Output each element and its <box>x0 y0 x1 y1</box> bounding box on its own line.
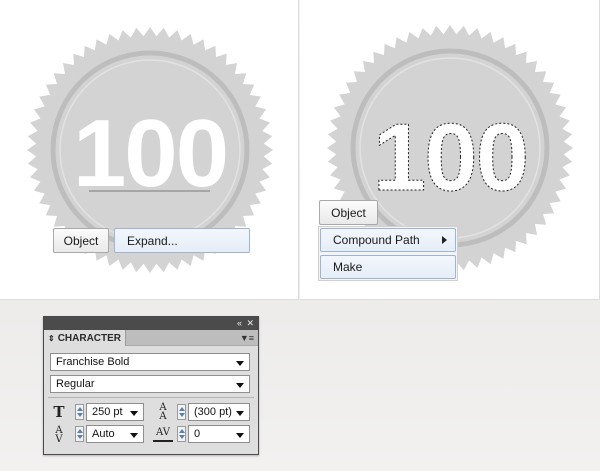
object-menu-button[interactable]: Object <box>53 228 109 253</box>
stepper-up-icon[interactable] <box>179 407 185 411</box>
chevron-down-icon <box>236 361 244 366</box>
kerning-stepper[interactable] <box>75 426 84 442</box>
object-menu-label: Object <box>63 233 99 248</box>
stepper-down-icon[interactable] <box>179 413 185 417</box>
badge-number-outlined: 100 <box>373 104 527 211</box>
submenu-arrow-icon <box>442 236 447 244</box>
chevron-down-icon <box>130 433 138 438</box>
kerning-field[interactable]: Auto <box>86 425 144 443</box>
font-style-dropdown[interactable]: Regular <box>50 375 250 393</box>
chevron-down-icon <box>236 433 244 438</box>
leading-value: (300 pt) <box>194 406 232 418</box>
character-panel: « ✕ ⇕ CHARACTER ▼≡ Franchise Bold Regula… <box>43 316 259 455</box>
left-canvas: 100 Object Expand... <box>0 0 299 300</box>
collapse-icon[interactable]: « <box>237 318 242 329</box>
font-family-dropdown[interactable]: Franchise Bold <box>50 353 250 371</box>
compound-path-menu-item[interactable]: Compound Path <box>320 228 456 252</box>
panel-divider <box>48 397 254 398</box>
font-family-value: Franchise Bold <box>56 356 130 368</box>
kerning-value: Auto <box>92 428 115 440</box>
panel-menu-icon[interactable]: ▼≡ <box>240 333 254 343</box>
right-canvas: 100 Object Compound Path Make <box>300 0 600 300</box>
panel-titlebar: « ✕ <box>44 317 258 330</box>
font-size-icon: T <box>53 403 65 421</box>
make-menu-label: Make <box>333 260 363 274</box>
font-style-value: Regular <box>56 378 95 390</box>
chevron-down-icon <box>130 411 138 416</box>
tab-character[interactable]: ⇕ CHARACTER <box>44 330 126 346</box>
chevron-down-icon <box>236 411 244 416</box>
stepper-down-icon[interactable] <box>179 435 185 439</box>
font-size-value: 250 pt <box>92 406 123 418</box>
kerning-icon: AV <box>55 425 63 445</box>
stepper-down-icon[interactable] <box>77 413 83 417</box>
stepper-up-icon[interactable] <box>179 429 185 433</box>
expand-menu-label: Expand... <box>127 233 178 248</box>
chevron-down-icon <box>236 383 244 388</box>
leading-field[interactable]: (300 pt) <box>188 403 250 421</box>
font-size-field[interactable]: 250 pt <box>86 403 144 421</box>
tracking-field[interactable]: 0 <box>188 425 250 443</box>
stepper-down-icon[interactable] <box>77 435 83 439</box>
stepper-up-icon[interactable] <box>77 407 83 411</box>
close-icon[interactable]: ✕ <box>246 318 254 329</box>
make-menu-item[interactable]: Make <box>320 255 456 279</box>
object-menu-label: Object <box>331 205 366 220</box>
stepper-up-icon[interactable] <box>77 429 83 433</box>
badge-graphic: 100 <box>27 27 273 273</box>
tracking-icon: AV <box>153 426 173 442</box>
expand-menu-item[interactable]: Expand... <box>114 228 250 253</box>
updown-arrows-icon: ⇕ <box>48 333 55 343</box>
leading-stepper[interactable] <box>177 404 186 420</box>
panel-tab-row: ⇕ CHARACTER ▼≡ <box>44 330 258 346</box>
compound-path-label: Compound Path <box>333 233 420 247</box>
tracking-stepper[interactable] <box>177 426 186 442</box>
tracking-value: 0 <box>194 428 201 440</box>
leading-icon: AA <box>159 402 167 422</box>
font-size-stepper[interactable] <box>75 404 84 420</box>
object-menu-button[interactable]: Object <box>319 200 378 225</box>
tab-character-label: CHARACTER <box>57 332 122 344</box>
